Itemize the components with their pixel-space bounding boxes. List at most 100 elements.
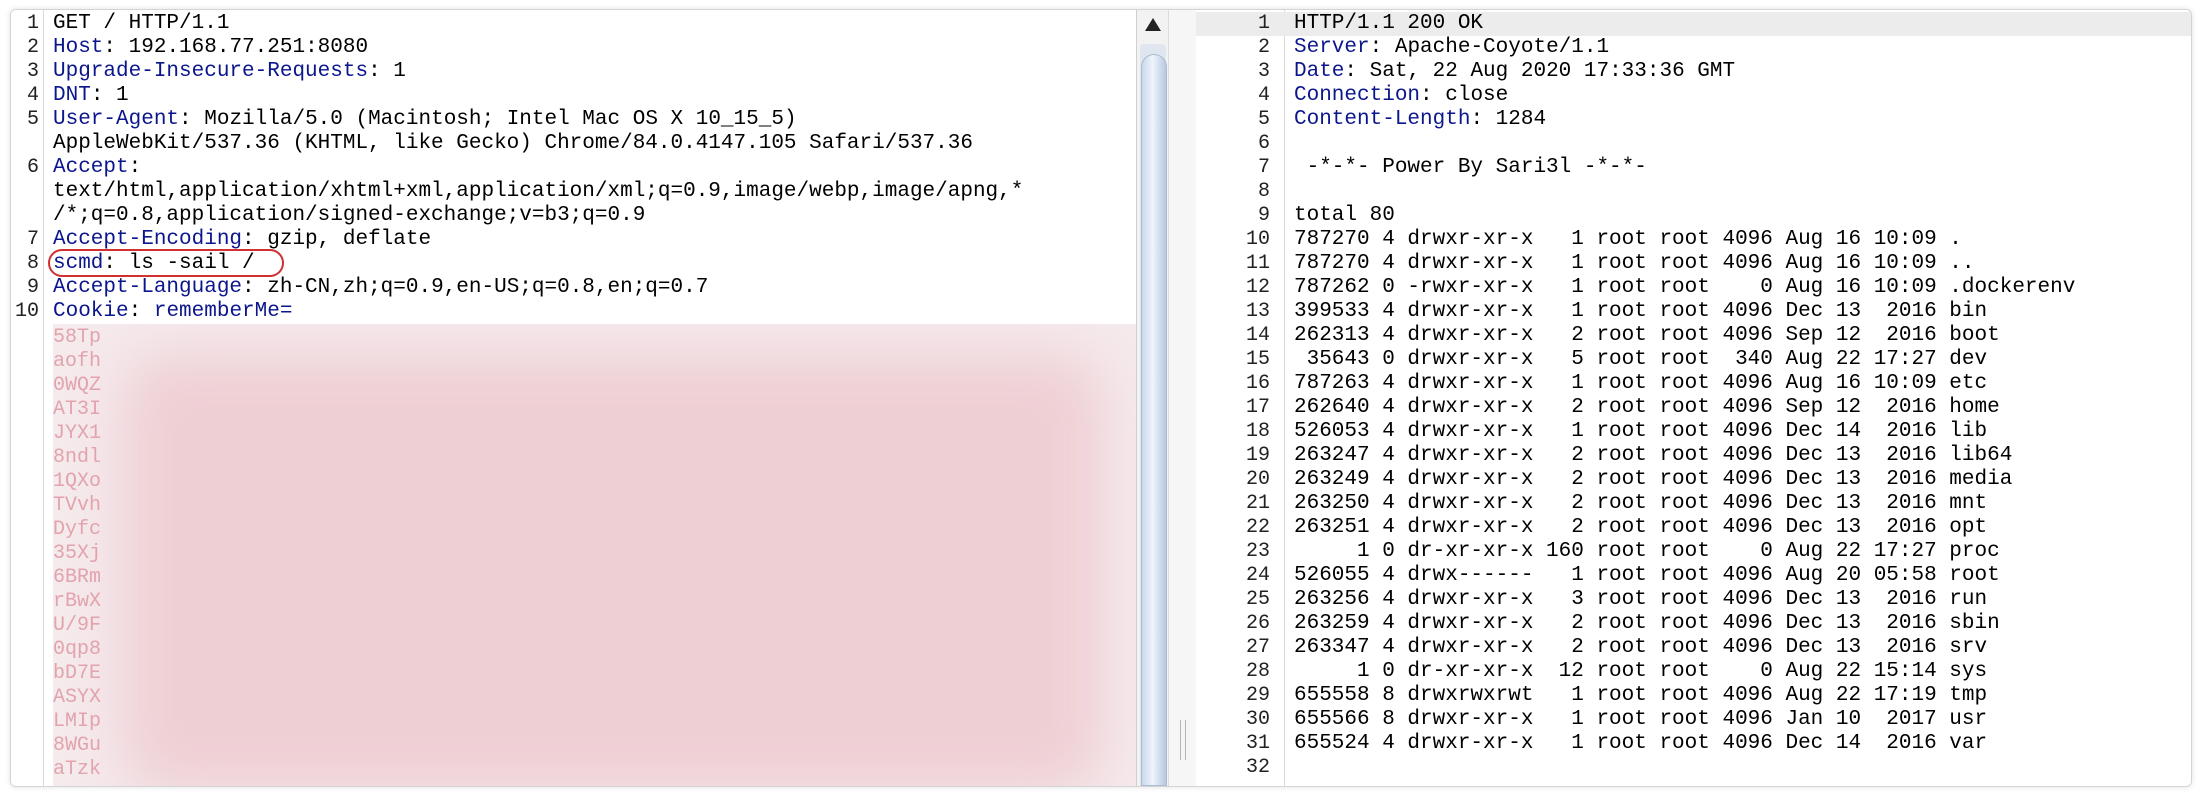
line-text: 526053 4 drwxr-xr-x 1 root root 4096 Dec… <box>1294 420 1987 444</box>
response-line-4: 4 Connection: close <box>1196 84 2191 108</box>
redaction-blur <box>123 354 1103 786</box>
response-line-25: 25 263256 4 drwxr-xr-x 3 root root 4096 D… <box>1196 588 2191 612</box>
line-text: AppleWebKit/537.36 (KHTML, like Gecko) C… <box>53 132 973 156</box>
line-number: 7 <box>1257 156 1270 179</box>
line-text: 787270 4 drwxr-xr-x 1 root root 4096 Aug… <box>1294 252 1975 276</box>
scroll-thumb[interactable] <box>1141 54 1167 786</box>
line-text: 787270 4 drwxr-xr-x 1 root root 4096 Aug… <box>1294 228 1962 252</box>
header-value: gzip, deflate <box>267 228 432 251</box>
cookie-fragment: bD7E <box>53 662 102 685</box>
header-value: 1284 <box>1495 108 1547 131</box>
line-number: 15 <box>1245 348 1270 371</box>
request-scrollbar[interactable] <box>1136 10 1169 786</box>
response-line-31: 31 655524 4 drwxr-xr-x 1 root root 4096 D… <box>1196 732 2191 756</box>
header-value: 655558 8 drwxrwxrwt 1 root root 4096 Aug… <box>1294 684 1988 707</box>
header-separator: : <box>1470 108 1496 131</box>
response-line-26: 26 263259 4 drwxr-xr-x 2 root root 4096 D… <box>1196 612 2191 636</box>
header-name: Accept <box>53 156 129 179</box>
cookie-fragment: 0qp8 <box>53 638 102 661</box>
http-message-viewer: 1 GET / HTTP/1.1 2 Host: 192.168.77.251:808… <box>10 9 2192 787</box>
request-lines: 1 GET / HTTP/1.1 2 Host: 192.168.77.251:808… <box>11 12 1136 324</box>
header-value: /*;q=0.8,application/signed-exchange;v=b… <box>53 204 646 227</box>
line-number: 4 <box>26 84 39 107</box>
header-value: 787270 4 drwxr-xr-x 1 root root 4096 Aug… <box>1294 252 1975 275</box>
line-text: 787263 4 drwxr-xr-x 1 root root 4096 Aug… <box>1294 372 1987 396</box>
response-line-28: 28 1 0 dr-xr-xr-x 12 root root 0 Aug 22 … <box>1196 660 2191 684</box>
header-name: Host <box>53 36 104 59</box>
response-viewer[interactable]: 1 HTTP/1.1 200 OK 2 Server: Apache-Coyote/1… <box>1196 10 2191 786</box>
header-name: Upgrade-Insecure-Requests <box>53 60 369 83</box>
header-separator: : <box>242 276 268 299</box>
request-line-continuation: AppleWebKit/537.36 (KHTML, like Gecko) C… <box>11 132 1136 156</box>
header-value: text/html,application/xhtml+xml,applicat… <box>53 180 1024 203</box>
header-name: Accept-Language <box>53 276 243 299</box>
pane-splitter[interactable] <box>1168 10 1198 786</box>
cookie-fragment: U/9F <box>53 614 102 637</box>
line-number: 25 <box>1245 588 1270 611</box>
response-line-20: 20 263249 4 drwxr-xr-x 2 root root 4096 D… <box>1196 468 2191 492</box>
line-text: Accept-Language: zh-CN,zh;q=0.9,en-US;q=… <box>53 276 708 300</box>
response-line-12: 12 787262 0 -rwxr-xr-x 1 root root 0 Aug … <box>1196 276 2191 300</box>
line-number: 16 <box>1245 372 1270 395</box>
line-text: Date: Sat, 22 Aug 2020 17:33:36 GMT <box>1294 60 1735 84</box>
response-line-19: 19 263247 4 drwxr-xr-x 2 root root 4096 D… <box>1196 444 2191 468</box>
line-number: 8 <box>26 252 39 275</box>
line-number: 26 <box>1245 612 1270 635</box>
request-editor[interactable]: 1 GET / HTTP/1.1 2 Host: 192.168.77.251:808… <box>11 10 1136 786</box>
header-value: HTTP/1.1 200 OK <box>1294 12 1484 35</box>
header-name: User-Agent <box>53 108 180 131</box>
header-name: DNT <box>53 84 91 107</box>
line-text: User-Agent: Mozilla/5.0 (Macintosh; Inte… <box>53 108 797 132</box>
response-line-10: 10 787270 4 drwxr-xr-x 1 root root 4096 A… <box>1196 228 2191 252</box>
header-value: 262313 4 drwxr-xr-x 2 root root 4096 Sep… <box>1294 324 2000 347</box>
cookie-fragment: aofh <box>53 350 102 373</box>
header-value: 263259 4 drwxr-xr-x 2 root root 4096 Dec… <box>1294 612 2000 635</box>
line-number: 6 <box>26 156 39 179</box>
header-value: 787270 4 drwxr-xr-x 1 root root 4096 Aug… <box>1294 228 1962 251</box>
header-separator: : <box>128 300 154 323</box>
line-text: 263251 4 drwxr-xr-x 2 root root 4096 Dec… <box>1294 516 1987 540</box>
line-number: 10 <box>14 300 39 323</box>
line-number: 19 <box>1245 444 1270 467</box>
cookie-fragment: Dyfc <box>53 518 102 541</box>
line-number: 20 <box>1245 468 1270 491</box>
cookie-fragment: 8WGu <box>53 734 102 757</box>
line-text: 1 0 dr-xr-xr-x 160 root root 0 Aug 22 17… <box>1294 540 2000 564</box>
line-number: 8 <box>1257 180 1270 203</box>
redacted-cookie-value: 58Tp aofh 0WQZ AT3I JYX1 8ndl 1QXo TVvh Dyfc 35Xj… <box>53 324 1136 786</box>
line-text: 263256 4 drwxr-xr-x 3 root root 4096 Dec… <box>1294 588 1987 612</box>
response-line-8: 8 <box>1196 180 2191 204</box>
request-line-9: 9 Accept-Language: zh-CN,zh;q=0.9,en-US;q… <box>11 276 1136 300</box>
header-value: 787262 0 -rwxr-xr-x 1 root root 0 Aug 16… <box>1294 276 2076 299</box>
response-line-18: 18 526053 4 drwxr-xr-x 1 root root 4096 D… <box>1196 420 2191 444</box>
line-text: DNT: 1 <box>53 84 129 108</box>
header-name: Accept-Encoding <box>53 228 243 251</box>
request-line-4: 4 DNT: 1 <box>11 84 1136 108</box>
request-line-10: 10 Cookie: rememberMe= <box>11 300 1136 324</box>
line-text: 263347 4 drwxr-xr-x 2 root root 4096 Dec… <box>1294 636 1987 660</box>
header-separator: : <box>179 108 205 131</box>
header-value: total 80 <box>1294 204 1395 227</box>
request-line-6: 6 Accept: <box>11 156 1136 180</box>
line-number: 10 <box>1245 228 1270 251</box>
header-value: 263249 4 drwxr-xr-x 2 root root 4096 Dec… <box>1294 468 2013 491</box>
line-number: 23 <box>1245 540 1270 563</box>
line-number: 4 <box>1257 84 1270 107</box>
response-line-15: 15 35643 0 drwxr-xr-x 5 root root 340 Au… <box>1196 348 2191 372</box>
line-number: 24 <box>1245 564 1270 587</box>
header-value: 262640 4 drwxr-xr-x 2 root root 4096 Sep… <box>1294 396 2000 419</box>
request-line-3: 3 Upgrade-Insecure-Requests: 1 <box>11 60 1136 84</box>
response-line-13: 13 399533 4 drwxr-xr-x 1 root root 4096 D… <box>1196 300 2191 324</box>
splitter-grip[interactable] <box>1180 720 1186 760</box>
header-value: -*-*- Power By Sari3l -*-*- <box>1294 156 1647 179</box>
header-value: 1 <box>393 60 406 83</box>
header-separator: : <box>103 36 129 59</box>
line-text: 263250 4 drwxr-xr-x 2 root root 4096 Dec… <box>1294 492 1987 516</box>
triangle-up-icon[interactable] <box>1145 18 1161 31</box>
header-separator: : <box>90 84 117 107</box>
response-line-3: 3 Date: Sat, 22 Aug 2020 17:33:36 GMT <box>1196 60 2191 84</box>
cookie-fragment: LMIp <box>53 710 102 733</box>
cookie-fragment: AT3I <box>53 398 102 421</box>
line-text: 1 0 dr-xr-xr-x 12 root root 0 Aug 22 15:… <box>1294 660 1987 684</box>
cookie-fragment: JYX1 <box>53 422 102 445</box>
